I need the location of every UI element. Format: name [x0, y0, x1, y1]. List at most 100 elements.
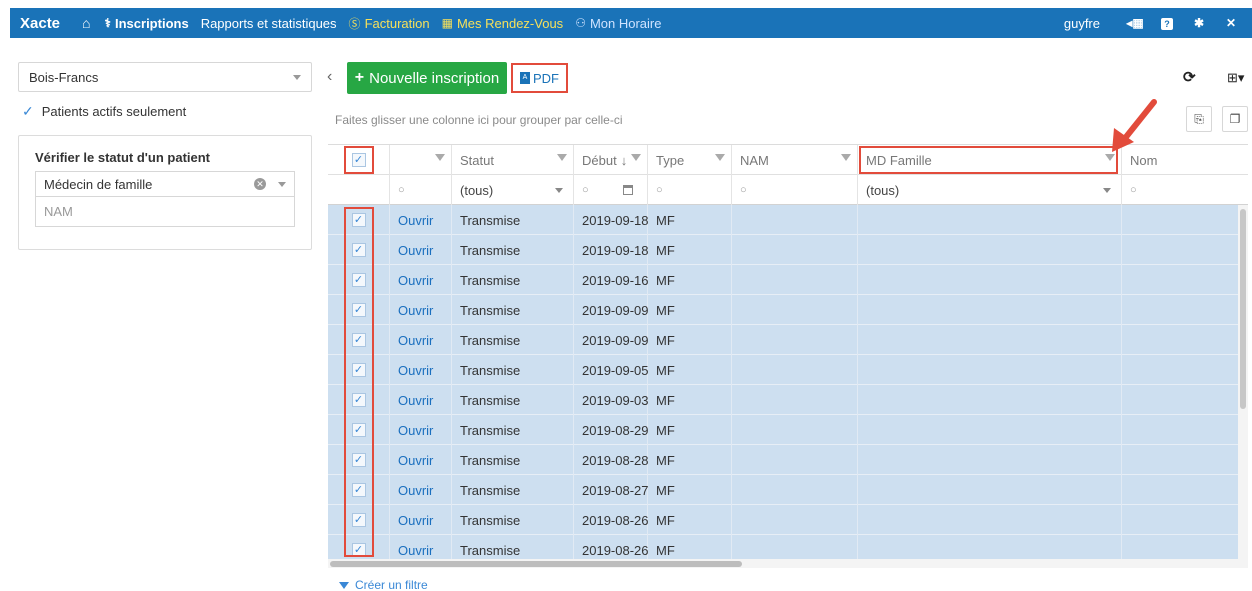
- pdf-export-button[interactable]: A PDF: [511, 63, 568, 93]
- open-link[interactable]: Ouvrir: [398, 243, 433, 258]
- search-icon: ○: [656, 184, 663, 196]
- left-panel: Bois-Francs ✓ Patients actifs seulement …: [18, 62, 312, 250]
- filter-md-famille-select[interactable]: (tous): [858, 175, 1122, 205]
- open-link[interactable]: Ouvrir: [398, 513, 433, 528]
- header-debut[interactable]: Début ↓: [574, 145, 648, 175]
- table-row[interactable]: ✓ Ouvrir Transmise 2019-08-27 MF: [328, 475, 1238, 505]
- gear-icon[interactable]: ✱: [1186, 16, 1212, 30]
- export-selected-button[interactable]: ⎘: [1186, 106, 1212, 132]
- open-link[interactable]: Ouvrir: [398, 363, 433, 378]
- nav-item-rapports[interactable]: Rapports et statistiques: [201, 16, 337, 31]
- nav-item-horaire[interactable]: ⚇ Mon Horaire: [575, 16, 661, 31]
- open-link-cell: Ouvrir: [390, 505, 452, 535]
- registrations-icon: ⚕: [104, 16, 112, 30]
- close-icon[interactable]: ✕: [1218, 16, 1244, 30]
- filter-type[interactable]: ○: [648, 175, 732, 205]
- nav-item-facturation[interactable]: Ⓢ Facturation: [349, 15, 430, 32]
- cell-statut: Transmise: [452, 385, 574, 415]
- open-link[interactable]: Ouvrir: [398, 303, 433, 318]
- filter-icon[interactable]: [715, 154, 725, 161]
- clinic-select[interactable]: Bois-Francs: [18, 62, 312, 92]
- column-chooser-icon[interactable]: ⊞▾: [1227, 70, 1244, 86]
- table-row[interactable]: ✓ Ouvrir Transmise 2019-09-16 MF: [328, 265, 1238, 295]
- vertical-scrollbar[interactable]: [1238, 205, 1248, 559]
- open-link[interactable]: Ouvrir: [398, 333, 433, 348]
- header-type[interactable]: Type: [648, 145, 732, 175]
- scroll-thumb[interactable]: [1240, 209, 1246, 409]
- filter-icon[interactable]: [557, 154, 567, 161]
- cell-md-famille: [858, 505, 1122, 535]
- new-registration-button[interactable]: + Nouvelle inscription: [347, 62, 507, 94]
- header-statut[interactable]: Statut: [452, 145, 574, 175]
- filter-nam[interactable]: ○: [732, 175, 858, 205]
- nam-input[interactable]: NAM: [35, 197, 295, 227]
- open-link[interactable]: Ouvrir: [398, 213, 433, 228]
- nav-item-rendez-vous[interactable]: ▦ Mes Rendez-Vous: [442, 16, 564, 31]
- table-row[interactable]: ✓ Ouvrir Transmise 2019-08-29 MF: [328, 415, 1238, 445]
- user-menu[interactable]: guyfre: [1064, 16, 1100, 31]
- cell-debut: 2019-09-09: [574, 295, 649, 325]
- refresh-icon[interactable]: ⟳: [1183, 68, 1196, 86]
- open-link[interactable]: Ouvrir: [398, 543, 433, 558]
- open-link[interactable]: Ouvrir: [398, 393, 433, 408]
- cell-md-famille: [858, 415, 1122, 445]
- copy-button[interactable]: ❐: [1222, 106, 1248, 132]
- table-row[interactable]: ✓ Ouvrir Transmise 2019-09-05 MF: [328, 355, 1238, 385]
- patient-status-panel: Vérifier le statut d'un patient Médecin …: [18, 135, 312, 250]
- table-row[interactable]: ✓ Ouvrir Transmise 2019-09-09 MF: [328, 325, 1238, 355]
- table-row[interactable]: ✓ Ouvrir Transmise 2019-08-26 MF: [328, 535, 1238, 559]
- cell-nom: [1122, 385, 1238, 415]
- open-link-cell: Ouvrir: [390, 325, 452, 355]
- filter-cell-empty: [328, 175, 390, 205]
- header-nam[interactable]: NAM: [732, 145, 858, 175]
- help-icon[interactable]: ?: [1154, 16, 1180, 30]
- search-icon: ○: [740, 184, 747, 196]
- home-link[interactable]: ⌂: [82, 15, 90, 31]
- table-row[interactable]: ✓ Ouvrir Transmise 2019-08-28 MF: [328, 445, 1238, 475]
- open-link[interactable]: Ouvrir: [398, 453, 433, 468]
- doctor-type-select[interactable]: Médecin de famille ✕: [35, 171, 295, 197]
- filter-icon[interactable]: [631, 154, 641, 161]
- clear-icon[interactable]: ✕: [254, 178, 266, 190]
- table-row[interactable]: ✓ Ouvrir Transmise 2019-09-03 MF: [328, 385, 1238, 415]
- open-link[interactable]: Ouvrir: [398, 273, 433, 288]
- table-row[interactable]: ✓ Ouvrir Transmise 2019-09-18 MF: [328, 235, 1238, 265]
- annotation-arrow-icon: [1112, 99, 1157, 152]
- horizontal-scrollbar[interactable]: [328, 559, 1248, 568]
- filter-nom[interactable]: ○: [1122, 175, 1248, 205]
- filter-statut-select[interactable]: (tous): [452, 175, 574, 205]
- table-row[interactable]: ✓ Ouvrir Transmise 2019-09-18 MF: [328, 205, 1238, 235]
- open-link-cell: Ouvrir: [390, 265, 452, 295]
- scroll-thumb[interactable]: [330, 561, 742, 567]
- filter-actions[interactable]: ○: [390, 175, 452, 205]
- cell-statut: Transmise: [452, 445, 574, 475]
- collapse-panel-icon[interactable]: ‹: [327, 68, 332, 86]
- annotation-highlight-select-all: [344, 146, 374, 174]
- active-patients-checkbox[interactable]: ✓ Patients actifs seulement: [18, 102, 312, 120]
- sort-down-icon: ↓: [620, 152, 628, 168]
- filter-icon[interactable]: [435, 154, 445, 161]
- cell-statut: Transmise: [452, 265, 574, 295]
- nav-item-inscriptions[interactable]: ⚕ Inscriptions: [105, 16, 189, 31]
- brand-logo[interactable]: Xacte: [20, 15, 60, 32]
- cell-nam: [732, 205, 858, 235]
- cell-md-famille: [858, 205, 1122, 235]
- cell-md-famille: [858, 325, 1122, 355]
- create-filter-link[interactable]: Créer un filtre: [339, 578, 428, 591]
- table-row[interactable]: ✓ Ouvrir Transmise 2019-08-26 MF: [328, 505, 1238, 535]
- table-row[interactable]: ✓ Ouvrir Transmise 2019-09-09 MF: [328, 295, 1238, 325]
- calendar-toggle-icon[interactable]: ◂▦: [1122, 16, 1148, 30]
- calendar-icon: ▦: [441, 16, 453, 30]
- cell-nom: [1122, 355, 1238, 385]
- open-link[interactable]: Ouvrir: [398, 483, 433, 498]
- calendar-icon[interactable]: [622, 185, 633, 195]
- cell-md-famille: [858, 235, 1122, 265]
- open-link[interactable]: Ouvrir: [398, 423, 433, 438]
- cell-debut: 2019-09-05: [574, 355, 649, 385]
- cell-debut: 2019-08-26: [574, 535, 649, 559]
- cell-nom: [1122, 475, 1238, 505]
- cell-nom: [1122, 325, 1238, 355]
- filter-debut-date[interactable]: ○: [574, 175, 648, 205]
- cell-nom: [1122, 265, 1238, 295]
- filter-icon[interactable]: [841, 154, 851, 161]
